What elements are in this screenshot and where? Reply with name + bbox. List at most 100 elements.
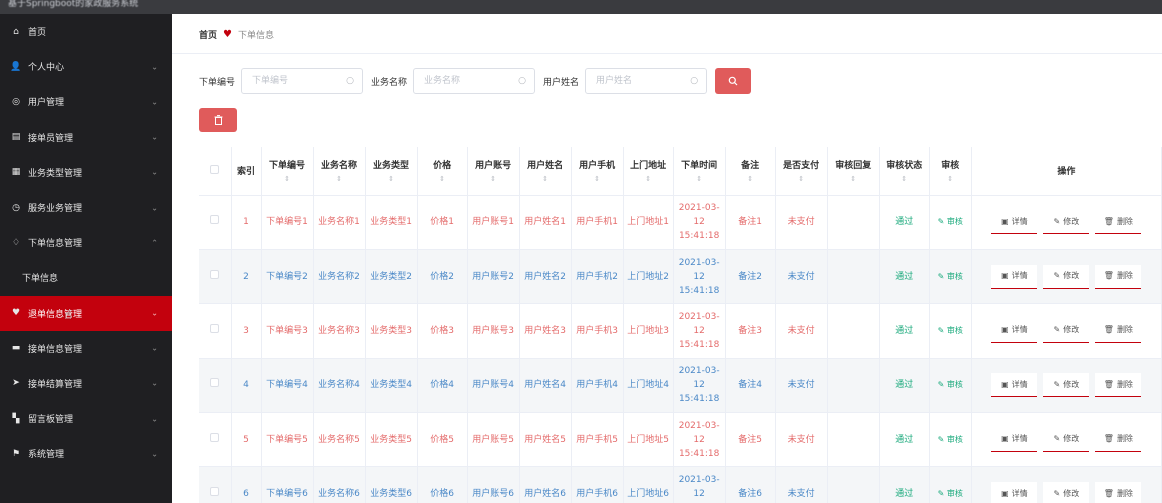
sidebar-item-8[interactable]: ♥ 退单信息管理 ⌄ ☝ [0,295,172,331]
delete-button[interactable]: 🗑 删除 [1095,482,1142,503]
sort-icon[interactable]: ⇕ [778,175,825,183]
order-no-field[interactable]: ○ [241,68,364,94]
audit-link[interactable]: ✎ 审核 [938,489,963,498]
actions-cell: ▣ 详情 ✎ 修改 🗑 删除 [971,249,1162,305]
delete-button[interactable]: 🗑 删除 [1095,373,1142,398]
detail-icon: ▣ [1001,488,1009,498]
sort-icon[interactable]: ⇕ [470,175,517,183]
row-checkbox[interactable] [210,323,220,333]
column-header[interactable]: 审核状态 ⇕ [879,147,930,196]
edit-button[interactable]: ✎ 修改 [1043,482,1090,503]
audit-link[interactable]: ✎ 审核 [938,217,963,226]
audit-link[interactable]: ✎ 审核 [938,435,963,444]
service-name-cell: 业务名称5 [313,412,366,468]
sidebar-item-5[interactable]: ◷ 服务业务管理 ⌄ [0,190,172,225]
order-no-input[interactable] [242,69,363,93]
table-row[interactable]: 3 下单编号3 业务名称3 业务类型3 价格3 用户账号3 用户姓名3 用户手机3 上门地址3 2… [199,303,1162,359]
edit-button[interactable]: ✎ 修改 [1043,264,1090,289]
column-header[interactable]: 备注 ⇕ [725,147,776,196]
breadcrumb-home[interactable]: 首页 [199,28,217,41]
edit-button[interactable]: ✎ 修改 [1043,373,1090,398]
table-row[interactable]: 6 下单编号6 业务名称6 业务类型6 价格6 用户账号6 用户姓名6 用户手机6 上门地址6 2… [199,466,1162,503]
sidebar-item-9[interactable]: ▬ 接单信息管理 ⌄ [0,331,172,366]
sort-icon[interactable]: ⇕ [264,175,311,183]
audit-link[interactable]: ✎ 审核 [938,272,963,281]
column-header[interactable]: 下单时间 ⇕ [673,147,726,196]
batch-delete-button[interactable] [199,108,237,132]
sidebar-item-2[interactable]: ◎ 用户管理 ⌄ [0,84,172,119]
detail-icon: ▣ [1001,271,1009,281]
sort-icon[interactable]: ⇕ [728,175,773,183]
sidebar-item-1[interactable]: 👤 个人中心 ⌄ [0,49,172,84]
column-header[interactable]: 上门地址 ⇕ [623,147,674,196]
column-header[interactable]: 用户姓名 ⇕ [519,147,572,196]
delete-button[interactable]: 🗑 删除 [1095,210,1142,235]
audit-link[interactable]: ✎ 审核 [938,326,963,335]
user-name-input[interactable] [586,69,707,93]
sidebar-item-11[interactable]: ▚ 留言板管理 ⌄ [0,401,172,436]
row-checkbox[interactable] [210,378,220,388]
column-header[interactable]: 价格 ⇕ [417,147,468,196]
table-row[interactable]: 2 下单编号2 业务名称2 业务类型2 价格2 用户账号2 用户姓名2 用户手机2 上门地址2 2… [199,249,1162,305]
user-name-field[interactable]: ○ [585,68,708,94]
detail-label: 详情 [1011,488,1028,498]
sort-icon[interactable]: ⇕ [882,175,927,183]
column-header[interactable]: 审核回复 ⇕ [827,147,880,196]
sort-icon[interactable]: ⇕ [574,175,621,183]
sort-icon[interactable]: ⇕ [830,175,877,183]
delete-button[interactable]: 🗑 删除 [1095,318,1142,343]
column-header[interactable]: 审核 ⇕ [929,147,972,196]
row-actions: ▣ 详情 ✎ 修改 🗑 删除 [974,482,1159,503]
service-name-field[interactable]: ○ [413,68,536,94]
table-row[interactable]: 1 下单编号1 业务名称1 业务类型1 价格1 用户账号1 用户姓名1 用户手机1 上门地址1 2… [199,195,1162,250]
detail-button[interactable]: ▣ 详情 [991,210,1038,235]
sidebar-item-3[interactable]: ▤ 接单员管理 ⌄ [0,120,172,155]
sidebar-item-10[interactable]: ➤ 接单结算管理 ⌄ [0,366,172,401]
row-checkbox[interactable] [210,215,220,225]
edit-button[interactable]: ✎ 修改 [1043,210,1090,235]
sort-icon[interactable]: ⇕ [522,175,569,183]
row-checkbox[interactable] [210,432,220,442]
sidebar-item-12[interactable]: ⚑ 系统管理 ⌄ [0,436,172,471]
select-cell [199,466,232,503]
column-header[interactable]: 业务名称 ⇕ [313,147,366,196]
edit-button[interactable]: ✎ 修改 [1043,427,1090,452]
audit-link[interactable]: ✎ 审核 [938,380,963,389]
sort-icon[interactable]: ⇕ [932,175,969,183]
table-row[interactable]: 4 下单编号4 业务名称4 业务类型4 价格4 用户账号4 用户姓名4 用户手机4 上门地址4 2… [199,358,1162,414]
sidebar-item-6[interactable]: ♢ 下单信息管理 ⌃ [0,225,172,260]
sort-icon[interactable]: ⇕ [316,175,363,183]
search-button[interactable] [715,68,752,94]
column-header[interactable]: 下单编号 ⇕ [261,147,314,196]
column-header-label: 操作 [1057,167,1076,178]
order-no-cell: 下单编号6 [261,466,314,503]
delete-button[interactable]: 🗑 删除 [1095,427,1142,452]
sort-icon[interactable]: ⇕ [368,175,415,183]
detail-button[interactable]: ▣ 详情 [991,318,1038,343]
detail-button[interactable]: ▣ 详情 [991,427,1038,452]
column-header[interactable]: 是否支付 ⇕ [775,147,828,196]
detail-button[interactable]: ▣ 详情 [991,482,1038,503]
sidebar-item-0[interactable]: ⌂ 首页 [0,14,172,49]
edit-button[interactable]: ✎ 修改 [1043,318,1090,343]
sort-icon[interactable]: ⇕ [420,175,465,183]
table-row[interactable]: 5 下单编号5 业务名称5 业务类型5 价格5 用户账号5 用户姓名5 用户手机5 上门地址5 2… [199,412,1162,468]
select-all-checkbox[interactable] [210,164,220,174]
search-icon: ○ [518,76,527,86]
sort-icon[interactable]: ⇕ [626,175,671,183]
sort-icon[interactable]: ⇕ [676,175,723,183]
pencil-icon: ✎ [1053,379,1061,389]
row-checkbox[interactable] [210,269,220,279]
detail-button[interactable]: ▣ 详情 [991,373,1038,398]
detail-button[interactable]: ▣ 详情 [991,264,1038,289]
delete-button[interactable]: 🗑 删除 [1095,264,1142,289]
address-cell: 上门地址2 [623,249,674,305]
service-name-input[interactable] [414,69,535,93]
column-header[interactable]: 用户账号 ⇕ [467,147,520,196]
price-cell: 价格5 [417,412,468,468]
column-header[interactable]: 业务类型 ⇕ [365,147,418,196]
sidebar-item-4[interactable]: ▦ 业务类型管理 ⌄ [0,155,172,190]
row-checkbox[interactable] [210,487,220,497]
sidebar-item-7[interactable]: 下单信息 [0,260,172,296]
column-header[interactable]: 用户手机 ⇕ [571,147,624,196]
